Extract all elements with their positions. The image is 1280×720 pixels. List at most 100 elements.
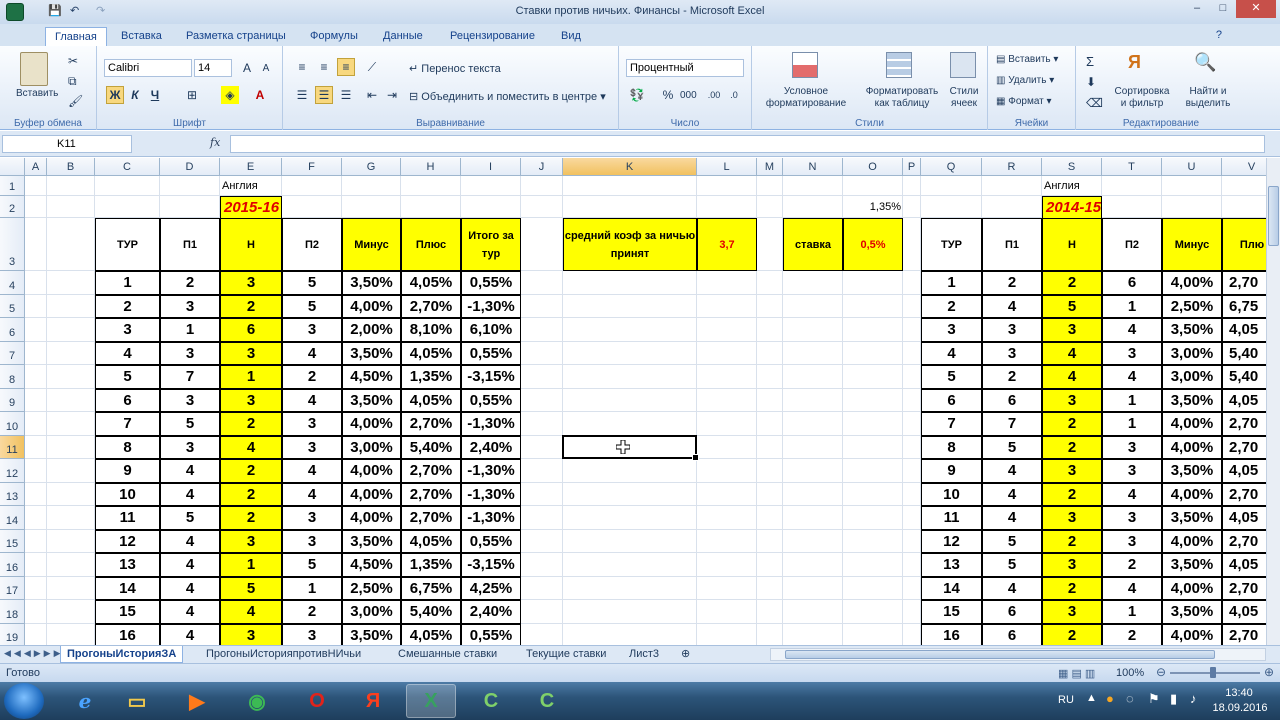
- app-c-icon[interactable]: C: [466, 684, 516, 718]
- table-cell[interactable]: 3: [160, 341, 220, 365]
- table-cell[interactable]: 9: [921, 459, 982, 483]
- table-cell[interactable]: 0,55%: [461, 388, 521, 412]
- table-cell[interactable]: 3: [95, 318, 160, 342]
- table-cell[interactable]: 2,70%: [401, 412, 461, 436]
- column-header[interactable]: E: [220, 158, 282, 176]
- table-cell[interactable]: 3: [1042, 506, 1102, 530]
- language-indicator[interactable]: RU: [1058, 694, 1074, 706]
- table-cell[interactable]: 4,50%: [342, 365, 401, 389]
- zoom-in-icon[interactable]: ⊕: [1264, 665, 1274, 679]
- table-cell[interactable]: 4: [160, 553, 220, 577]
- row-header[interactable]: 6: [0, 318, 25, 342]
- table-cell[interactable]: 3: [282, 435, 342, 459]
- table-cell[interactable]: 0,55%: [461, 271, 521, 295]
- table-cell[interactable]: 3: [921, 318, 982, 342]
- column-header[interactable]: C: [95, 158, 160, 176]
- table-cell[interactable]: 4: [95, 341, 160, 365]
- table-cell[interactable]: 2: [1042, 623, 1102, 645]
- table-cell[interactable]: 13: [95, 553, 160, 577]
- table-cell[interactable]: 4,00%: [342, 506, 401, 530]
- table-header-cell[interactable]: П1: [160, 218, 220, 271]
- table-cell[interactable]: 2: [1042, 435, 1102, 459]
- fill-color-icon[interactable]: ◈: [221, 86, 239, 104]
- table-cell[interactable]: 5,40%: [401, 600, 461, 624]
- table-cell[interactable]: 2: [160, 271, 220, 295]
- currency-icon[interactable]: 💱: [628, 86, 646, 104]
- table-cell[interactable]: 3,50%: [342, 388, 401, 412]
- column-header[interactable]: D: [160, 158, 220, 176]
- thousands-icon[interactable]: 000: [679, 86, 697, 104]
- row-header[interactable]: 7: [0, 341, 25, 365]
- table-cell[interactable]: 2,50%: [342, 576, 401, 600]
- table-cell[interactable]: 3: [1102, 341, 1162, 365]
- ie-icon[interactable]: e: [60, 684, 110, 718]
- table-cell[interactable]: -3,15%: [461, 553, 521, 577]
- tab-view[interactable]: Вид: [552, 27, 590, 46]
- decrease-decimal-icon[interactable]: .0: [725, 86, 743, 104]
- table-cell[interactable]: 3,50%: [342, 271, 401, 295]
- table-cell[interactable]: 2: [1102, 553, 1162, 577]
- column-header[interactable]: P: [903, 158, 921, 176]
- table-cell[interactable]: 2,70: [1222, 412, 1266, 436]
- table-cell[interactable]: 4: [160, 600, 220, 624]
- table-cell[interactable]: 6,10%: [461, 318, 521, 342]
- table-cell[interactable]: -1,30%: [461, 412, 521, 436]
- table-cell[interactable]: 3,50%: [1162, 600, 1222, 624]
- table-cell[interactable]: 1: [282, 576, 342, 600]
- chrome-icon[interactable]: ◉: [232, 684, 282, 718]
- table-cell[interactable]: 1: [95, 271, 160, 295]
- cell-styles-button[interactable]: Стили ячеек: [944, 86, 984, 110]
- table-cell[interactable]: 3: [220, 388, 282, 412]
- sheet-tab-4[interactable]: Текущие ставки: [520, 646, 612, 663]
- table-cell[interactable]: 2,70%: [401, 294, 461, 318]
- close-button[interactable]: ✕: [1236, 0, 1276, 18]
- table-cell[interactable]: 11: [95, 506, 160, 530]
- format-painter-icon[interactable]: 🖌: [68, 94, 83, 108]
- tab-home[interactable]: Главная: [45, 27, 107, 46]
- table-cell[interactable]: 3: [220, 529, 282, 553]
- row-header[interactable]: 4: [0, 271, 25, 295]
- orientation-icon[interactable]: ⟋: [363, 58, 381, 76]
- zoom-out-icon[interactable]: ⊖: [1156, 665, 1166, 679]
- table-cell[interactable]: 1,35%: [401, 553, 461, 577]
- table-header-cell[interactable]: П1: [982, 218, 1042, 271]
- percent-icon[interactable]: %: [659, 86, 677, 104]
- table-cell[interactable]: 4,05: [1222, 600, 1266, 624]
- table-cell[interactable]: 4,05: [1222, 506, 1266, 530]
- table-cell[interactable]: 2,70: [1222, 435, 1266, 459]
- format-as-table-button[interactable]: Форматировать как таблицу: [860, 86, 944, 110]
- table-cell[interactable]: 2: [982, 271, 1042, 295]
- table-cell[interactable]: 6: [1102, 271, 1162, 295]
- delete-cells-button[interactable]: ▥ Удалить ▾: [996, 75, 1054, 86]
- name-box[interactable]: K11: [2, 135, 132, 153]
- table-cell[interactable]: 4,05: [1222, 318, 1266, 342]
- table-cell[interactable]: 3,50%: [1162, 459, 1222, 483]
- table-cell[interactable]: 3: [160, 435, 220, 459]
- table-cell[interactable]: 3: [1102, 529, 1162, 553]
- increase-indent-icon[interactable]: ⇥: [383, 86, 401, 104]
- column-header[interactable]: J: [521, 158, 563, 176]
- table-cell[interactable]: 3: [160, 294, 220, 318]
- row-header[interactable]: 10: [0, 412, 25, 436]
- table-cell[interactable]: 8: [921, 435, 982, 459]
- table-cell[interactable]: 1: [1102, 412, 1162, 436]
- table-cell[interactable]: 4: [160, 482, 220, 506]
- table-cell[interactable]: 4: [160, 529, 220, 553]
- table-cell[interactable]: 0,55%: [461, 529, 521, 553]
- table-cell[interactable]: 4,00%: [342, 412, 401, 436]
- table-cell[interactable]: 11: [921, 506, 982, 530]
- table-header-cell[interactable]: П2: [1102, 218, 1162, 271]
- table-cell[interactable]: 1: [921, 271, 982, 295]
- table-cell[interactable]: 6,75%: [401, 576, 461, 600]
- table-cell[interactable]: 6: [220, 318, 282, 342]
- shrink-font-icon[interactable]: A: [257, 59, 275, 77]
- table-cell[interactable]: 12: [95, 529, 160, 553]
- league-label-right[interactable]: Англия: [1042, 176, 1102, 196]
- find-select-button[interactable]: Найти и выделить: [1180, 86, 1236, 110]
- table-cell[interactable]: 6: [982, 388, 1042, 412]
- stake-value[interactable]: 0,5%: [843, 218, 903, 271]
- zoom-slider[interactable]: [1170, 667, 1260, 678]
- table-cell[interactable]: 2: [220, 506, 282, 530]
- table-cell[interactable]: 7: [982, 412, 1042, 436]
- table-cell[interactable]: 5: [282, 271, 342, 295]
